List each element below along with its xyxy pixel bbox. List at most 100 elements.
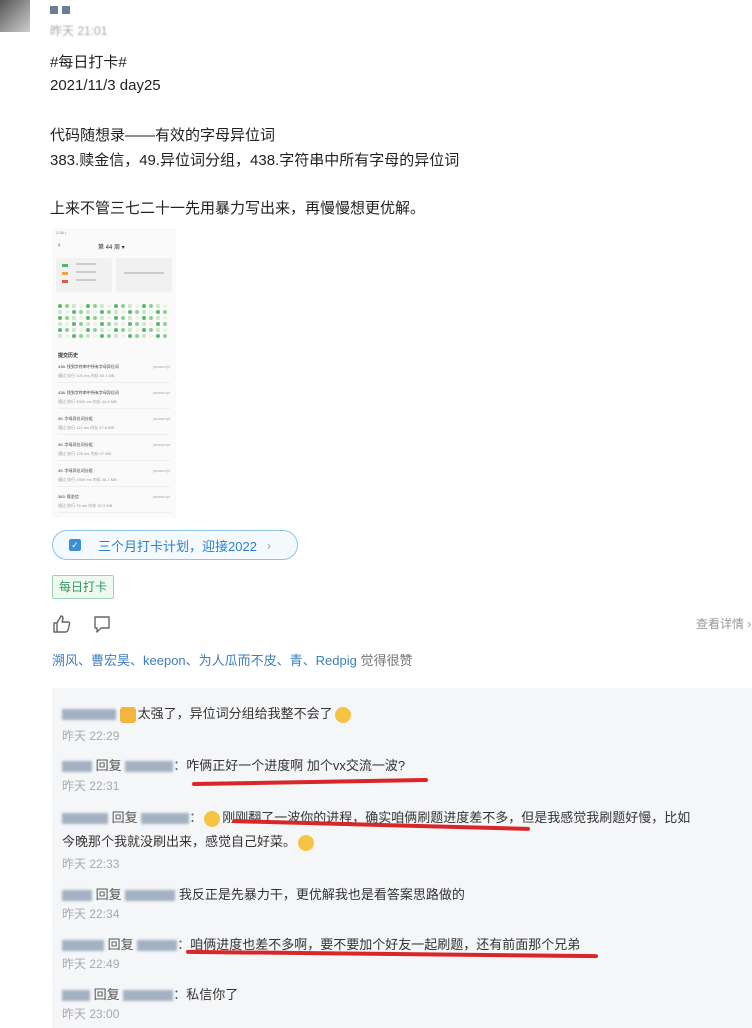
heatmap-cell	[86, 322, 90, 326]
heatmap-cell	[121, 316, 125, 320]
heatmap-cell	[58, 316, 62, 320]
heatmap-cell	[93, 322, 97, 326]
heatmap-cell	[100, 322, 104, 326]
heatmap-cell	[128, 322, 132, 326]
heatmap-cell	[79, 304, 83, 308]
heatmap-cell	[163, 304, 167, 308]
heatmap-cell	[114, 304, 118, 308]
heatmap-cell	[142, 304, 146, 308]
likers-names[interactable]: 溯风、曹宏昊、keepon、为人瓜而不皮、青、Redpig	[52, 653, 357, 668]
heatmap-cell	[58, 304, 62, 308]
comment-text: 咋俩正好一个进度啊 加个vx交流一波?	[186, 758, 406, 773]
heatmap-cell	[86, 304, 90, 308]
comment-icon[interactable]	[92, 614, 112, 634]
submission-title: 438. 找到字符串中所有字母异位词	[58, 390, 119, 395]
likers-suffix: 觉得很赞	[356, 653, 413, 668]
submission-stats: 通过 执行 76 ms 内存 40.3 MB	[58, 503, 113, 508]
heatmap-cell	[128, 328, 132, 332]
comment-time: 昨天 22:29	[62, 729, 120, 743]
heatmap-cell	[149, 334, 153, 338]
heatmap-cell	[163, 316, 167, 320]
heatmap-cell	[93, 304, 97, 308]
submission-language: javascript	[153, 468, 170, 473]
commenter-name-blurred[interactable]	[62, 813, 108, 825]
comment-text-continued: 今晚那个我就没刷出来，感觉自己好菜。	[62, 831, 316, 851]
comment-time: 昨天 22:49	[62, 957, 120, 971]
topic-tag[interactable]: 每日打卡	[52, 575, 115, 599]
reply-target-blurred[interactable]	[137, 940, 178, 952]
reply-target-blurred[interactable]	[125, 761, 174, 773]
heatmap-cell	[100, 310, 104, 314]
heatmap-cell	[114, 334, 118, 338]
reply-label: 回复	[107, 937, 134, 952]
heatmap-cell	[65, 334, 69, 338]
submission-stats: 通过 执行 3320 ms 内存 44.6 MB	[58, 399, 117, 404]
reply-target-blurred[interactable]	[141, 813, 190, 825]
heatmap-cell	[114, 328, 118, 332]
submission-row: 49. 字母异位词分组 通过 执行 1956 ms 内存 48.1 MB javas…	[58, 468, 170, 487]
submission-language: javascript	[153, 416, 170, 421]
submission-row: 438. 找到字符串中所有字母异位词 通过 执行 3320 ms 内存 44.6 …	[58, 390, 170, 409]
comment-item[interactable]: 回复 ：咱俩进度也差不多啊，要不要加个好友一起刷题，还有前面那个兄弟	[62, 934, 580, 953]
commenter-name-blurred[interactable]	[62, 761, 92, 773]
comment-item[interactable]: 回复 ：咋俩正好一个进度啊 加个vx交流一波?	[62, 755, 405, 774]
view-detail-link[interactable]: 查看详情 ›	[696, 615, 751, 632]
heatmap-cell	[142, 328, 146, 332]
commenter-name-blurred[interactable]	[62, 709, 116, 721]
submission-language: javascript	[153, 390, 170, 395]
heatmap-cell	[72, 310, 76, 314]
comment-text: 我反正是先暴力干，更优解我也是看答案思路做的	[178, 887, 465, 902]
comment-item[interactable]: 回复 我反正是先暴力干，更优解我也是看答案思路做的	[62, 884, 465, 903]
likers-line: 溯风、曹宏昊、keepon、为人瓜而不皮、青、Redpig 觉得很赞	[52, 650, 412, 669]
heatmap-cell	[128, 316, 132, 320]
comment-time: 昨天 22:34	[62, 907, 120, 921]
commenter-name-blurred[interactable]	[62, 940, 104, 952]
laughing-emoji-icon	[298, 834, 315, 851]
comment-text: 私信你了	[186, 987, 239, 1002]
submission-row: 49. 字母异位词分组 通过 执行 128 ms 内存 47 MB javascri…	[58, 442, 170, 461]
heatmap-cell	[156, 310, 160, 314]
heatmap-cell	[100, 304, 104, 308]
reply-target-blurred[interactable]	[125, 890, 176, 902]
comment-text-2: 今晚那个我就没刷出来，感觉自己好菜。	[62, 834, 297, 849]
avatar[interactable]	[0, 0, 30, 32]
laughing-emoji-icon	[334, 706, 351, 723]
heatmap-cell	[100, 334, 104, 338]
post-problems-line: 383.赎金信，49.异位词分组，438.字符串中所有字母的异位词	[50, 152, 460, 169]
comment-text: 太强了，异位词分组给我整不会了	[137, 706, 333, 721]
heatmap-cell	[86, 316, 90, 320]
heatmap-cell	[86, 310, 90, 314]
heatmap-cell	[72, 316, 76, 320]
heatmap-cell	[149, 316, 153, 320]
commenter-name-blurred[interactable]	[62, 890, 92, 902]
heatmap-cell	[135, 304, 139, 308]
heatmap-cell	[135, 334, 139, 338]
submission-language: javascript	[153, 494, 170, 499]
heatmap-cell	[107, 328, 111, 332]
commenter-name-blurred[interactable]	[62, 990, 90, 1002]
comment-item[interactable]: 回复 ：私信你了	[62, 984, 238, 1003]
heatmap-cell	[156, 316, 160, 320]
heatmap-cell	[86, 328, 90, 332]
heatmap-cell	[135, 316, 139, 320]
heatmap-cell	[107, 304, 111, 308]
submission-stats: 通过 执行 1956 ms 内存 48.1 MB	[58, 477, 117, 482]
reply-target-blurred[interactable]	[123, 990, 174, 1002]
heatmap-cell	[135, 322, 139, 326]
username-blurred[interactable]	[50, 6, 72, 16]
heatmap-cell	[156, 304, 160, 308]
plan-link[interactable]: ✓ 三个月打卡计划，迎接2022 ›	[52, 530, 298, 560]
reply-label: 回复	[111, 810, 138, 825]
heatmap-cell	[156, 328, 160, 332]
heatmap-cell	[107, 322, 111, 326]
thumbs-up-emoji-icon	[119, 706, 136, 723]
like-icon[interactable]	[52, 614, 72, 634]
heatmap-cell	[100, 316, 104, 320]
comment-item[interactable]: 太强了，异位词分组给我整不会了	[62, 703, 353, 723]
submission-row: 49. 字母异位词分组 通过 执行 112 ms 内存 47.6 MB javasc…	[58, 416, 170, 435]
attached-screenshot[interactable]: 2:08 • ‹ 第 44 周 ▾ 提交历史 438. 找到字符串中所有字母异位…	[52, 228, 176, 518]
heatmap-cell	[79, 334, 83, 338]
heatmap-cell	[114, 322, 118, 326]
heatmap-cell	[121, 310, 125, 314]
heatmap-cell	[142, 310, 146, 314]
